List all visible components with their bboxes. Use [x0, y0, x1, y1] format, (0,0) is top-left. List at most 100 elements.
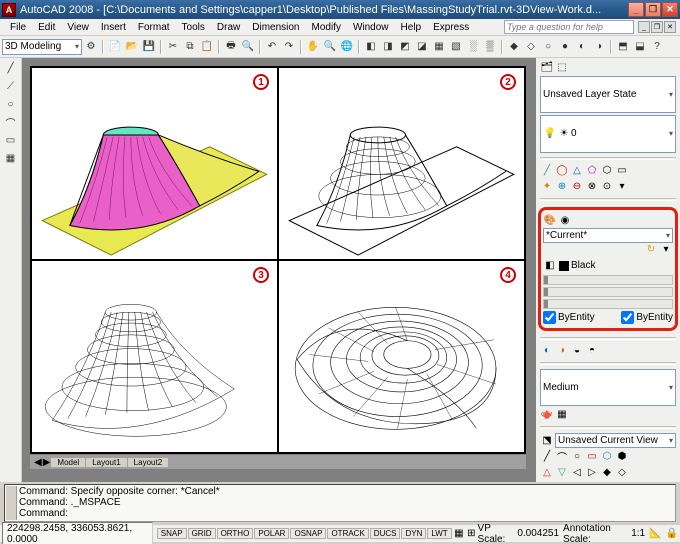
status-icon[interactable]: ▦	[453, 527, 465, 541]
layer-tool-icon[interactable]: ⬚	[555, 60, 569, 74]
toggle-otrack[interactable]: OTRACK	[327, 528, 368, 539]
view-combo[interactable]: Unsaved Current View	[555, 433, 676, 448]
toggle-osnap[interactable]: OSNAP	[290, 528, 326, 539]
material-icon[interactable]: 🎨	[543, 214, 557, 228]
tab-nav-icon[interactable]: ▶	[43, 457, 51, 468]
draw-icon[interactable]: ╱	[540, 164, 554, 178]
toggle-ducs[interactable]: DUCS	[370, 528, 401, 539]
cut-icon[interactable]: ✂	[165, 39, 181, 55]
tool-icon[interactable]: ●	[557, 39, 573, 55]
chevron-down-icon[interactable]: ▾	[659, 243, 673, 257]
tool-icon[interactable]: ◐	[574, 39, 590, 55]
tab-model[interactable]: Model	[51, 458, 85, 467]
settings-icon[interactable]: ⚙	[83, 39, 99, 55]
tool-icon[interactable]: ▦	[431, 39, 447, 55]
menu-help[interactable]: Help	[395, 21, 428, 34]
menu-dimension[interactable]: Dimension	[246, 21, 305, 34]
nav-icon[interactable]: ◆	[600, 466, 614, 480]
viewport-4[interactable]: 4	[278, 260, 525, 453]
tool-icon[interactable]: ◧	[363, 39, 379, 55]
nav-icon[interactable]: ◇	[615, 466, 629, 480]
command-area[interactable]: Command: Specify opposite corner: *Cance…	[4, 484, 676, 522]
tool-icon[interactable]: ◩	[397, 39, 413, 55]
tab-layout1[interactable]: Layout1	[86, 458, 126, 467]
slider-1[interactable]	[543, 275, 673, 285]
layer-tool-icon[interactable]: 🗂	[540, 60, 554, 74]
help-search-input[interactable]	[504, 20, 634, 34]
new-icon[interactable]: 📄	[107, 39, 123, 55]
menu-view[interactable]: View	[61, 21, 95, 34]
toggle-snap[interactable]: SNAP	[157, 528, 187, 539]
open-icon[interactable]: 📂	[124, 39, 140, 55]
toggle-polar[interactable]: POLAR	[254, 528, 289, 539]
more-icon[interactable]: ▾	[615, 180, 629, 194]
modify-icon[interactable]: ✦	[540, 180, 554, 194]
menu-window[interactable]: Window	[347, 21, 395, 34]
draw-icon[interactable]: ⬡	[600, 164, 614, 178]
tool-icon[interactable]: ▒	[482, 39, 498, 55]
menu-express[interactable]: Express	[427, 21, 475, 34]
tool-icon[interactable]: ○	[540, 39, 556, 55]
tool-icon[interactable]: ◆	[506, 39, 522, 55]
draw-icon[interactable]: ▭	[615, 164, 629, 178]
arc-icon[interactable]: ⌒	[3, 114, 19, 130]
status-icon[interactable]: ⊞	[465, 527, 477, 541]
status-icon[interactable]: 🔒	[666, 527, 678, 541]
nav-icon[interactable]: ╱	[540, 450, 554, 464]
zoom-icon[interactable]: 🔍	[322, 39, 338, 55]
render-icon[interactable]: ◓	[585, 344, 599, 358]
preview-icon[interactable]: 🔍	[240, 39, 256, 55]
render-btn[interactable]: 🫖	[540, 408, 554, 422]
modify-icon[interactable]: ⊕	[555, 180, 569, 194]
menu-tools[interactable]: Tools	[176, 21, 211, 34]
mdi-close-button[interactable]: ✕	[664, 21, 676, 33]
tool-icon[interactable]: ◨	[380, 39, 396, 55]
render-icon[interactable]: ◑	[555, 344, 569, 358]
hatch-icon[interactable]: ▦	[3, 150, 19, 166]
layer-current-combo[interactable]: 💡 ☀ 0	[540, 115, 676, 152]
nav-icon[interactable]: △	[540, 466, 554, 480]
nav-icon[interactable]: ⬢	[615, 450, 629, 464]
workspace-combo[interactable]: 3D Modeling	[2, 39, 82, 55]
check-byentity-1[interactable]: ByEntity	[543, 311, 595, 324]
tab-layout2[interactable]: Layout2	[128, 458, 168, 467]
material-icon[interactable]: ◉	[558, 214, 572, 228]
modify-icon[interactable]: ⊙	[600, 180, 614, 194]
nav-icon[interactable]: ⬡	[600, 450, 614, 464]
tool-icon[interactable]: ⬒	[615, 39, 631, 55]
menu-file[interactable]: File	[4, 21, 32, 34]
toggle-ortho[interactable]: ORTHO	[217, 528, 254, 539]
checkbox[interactable]	[543, 311, 556, 324]
viewport-2[interactable]: 2	[278, 67, 525, 260]
refresh-icon[interactable]: ↻	[644, 243, 658, 257]
render-icon[interactable]: ◐	[540, 344, 554, 358]
menu-insert[interactable]: Insert	[95, 21, 132, 34]
mdi-restore-button[interactable]: ❐	[651, 21, 663, 33]
pan-icon[interactable]: ✋	[305, 39, 321, 55]
modify-icon[interactable]: ⊖	[570, 180, 584, 194]
tool-icon[interactable]: ▧	[448, 39, 464, 55]
tool-icon[interactable]: ◇	[523, 39, 539, 55]
vstyle-combo[interactable]: Medium	[540, 369, 676, 406]
polyline-icon[interactable]: ⟋	[3, 78, 19, 94]
draw-icon[interactable]: ◯	[555, 164, 569, 178]
mdi-minimize-button[interactable]: _	[638, 21, 650, 33]
rectangle-icon[interactable]: ▭	[3, 132, 19, 148]
viewport-3[interactable]: 3	[31, 260, 278, 453]
viewport-1[interactable]: 1	[31, 67, 278, 260]
render-icon[interactable]: ◒	[570, 344, 584, 358]
print-icon[interactable]: 🖶	[223, 39, 239, 55]
draw-icon[interactable]: △	[570, 164, 584, 178]
paste-icon[interactable]: 📋	[199, 39, 215, 55]
undo-icon[interactable]: ↶	[264, 39, 280, 55]
nav-icon[interactable]: ▭	[585, 450, 599, 464]
tool-icon[interactable]: ◑	[591, 39, 607, 55]
layer-state-combo[interactable]: Unsaved Layer State	[540, 76, 676, 113]
slider-2[interactable]	[543, 287, 673, 297]
render-btn[interactable]: ▦	[555, 408, 569, 422]
modify-icon[interactable]: ⊗	[585, 180, 599, 194]
nav-icon[interactable]: ▽	[555, 466, 569, 480]
tool-icon[interactable]: ░	[465, 39, 481, 55]
menu-modify[interactable]: Modify	[306, 21, 347, 34]
close-button[interactable]: ✕	[662, 2, 678, 17]
